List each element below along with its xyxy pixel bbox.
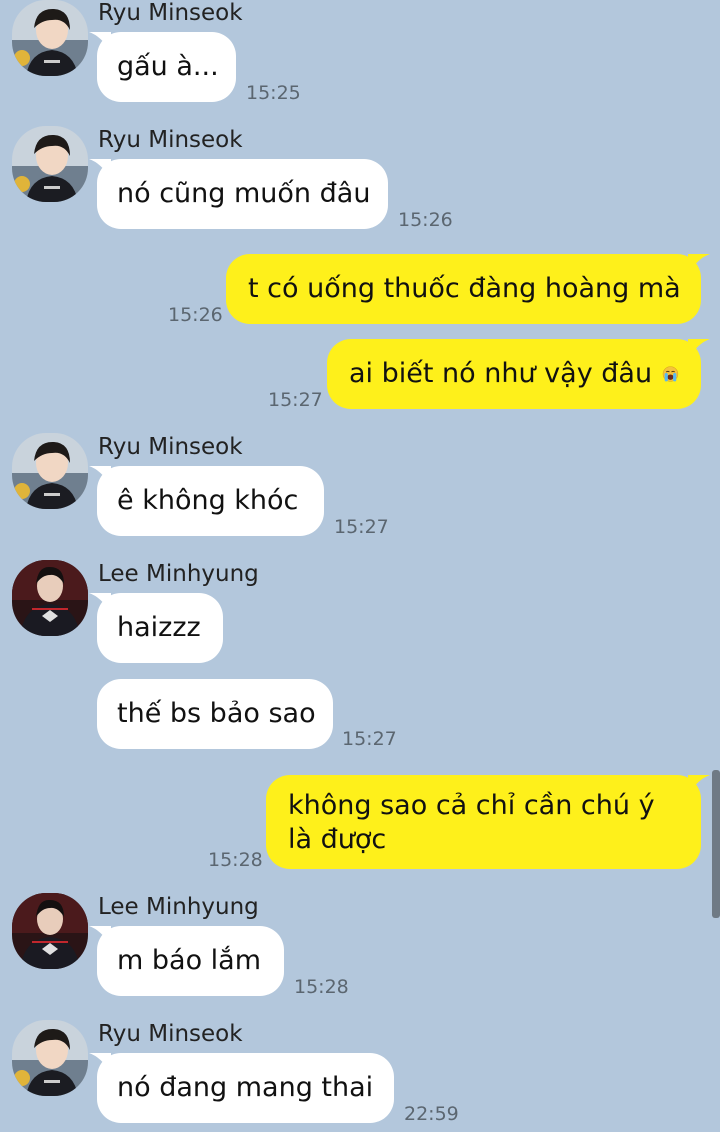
lee-minhyung-avatar[interactable] bbox=[12, 560, 88, 636]
ryu-minseok-avatar[interactable] bbox=[12, 433, 88, 509]
bubble-tail-icon bbox=[688, 254, 710, 274]
message-timestamp: 22:59 bbox=[404, 1103, 459, 1125]
message-text: ai biết nó như vậy đâu bbox=[349, 358, 653, 389]
bubble-tail-icon bbox=[688, 775, 710, 795]
sender-name: Ryu Minseok bbox=[98, 434, 243, 460]
lee-minhyung-avatar[interactable] bbox=[12, 893, 88, 969]
bubble-tail-icon bbox=[89, 32, 111, 52]
outgoing-message-bubble[interactable]: không sao cả chỉ cần chú ý là được bbox=[266, 775, 710, 869]
loudly-crying-face-icon bbox=[662, 366, 679, 382]
message-timestamp: 15:25 bbox=[246, 82, 301, 104]
message-text: haizzz bbox=[117, 612, 201, 643]
outgoing-message-bubble[interactable]: t có uống thuốc đàng hoàng mà bbox=[226, 254, 710, 324]
incoming-message-bubble[interactable]: haizzz bbox=[89, 593, 223, 663]
message-timestamp: 15:27 bbox=[342, 728, 397, 750]
message-timestamp: 15:26 bbox=[168, 304, 223, 326]
incoming-message-bubble[interactable]: thế bs bảo sao bbox=[97, 679, 333, 749]
ryu-minseok-avatar[interactable] bbox=[12, 0, 88, 76]
message-text: m báo lắm bbox=[117, 945, 262, 976]
incoming-message-bubble[interactable]: nó đang mang thai bbox=[89, 1053, 394, 1123]
incoming-message-bubble[interactable]: gấu à... bbox=[89, 32, 236, 102]
message-timestamp: 15:26 bbox=[398, 209, 453, 231]
chat-view: Ryu Minseok gấu à... 15:25 Ryu Minseok n… bbox=[0, 0, 720, 1132]
bubble-tail-icon bbox=[89, 466, 111, 486]
message-text: nó cũng muốn đâu bbox=[117, 178, 371, 209]
ryu-minseok-avatar[interactable] bbox=[12, 1020, 88, 1096]
message-text: ê không khóc bbox=[117, 485, 299, 516]
bubble-tail-icon bbox=[89, 926, 111, 946]
message-text: t có uống thuốc đàng hoàng mà bbox=[248, 273, 681, 304]
message-timestamp: 15:28 bbox=[208, 849, 263, 871]
scrollbar[interactable] bbox=[712, 770, 720, 918]
sender-name: Ryu Minseok bbox=[98, 127, 243, 153]
sender-name: Lee Minhyung bbox=[98, 561, 259, 587]
message-timestamp: 15:27 bbox=[334, 516, 389, 538]
message-timestamp: 15:27 bbox=[268, 389, 323, 411]
incoming-message-bubble[interactable]: nó cũng muốn đâu bbox=[89, 159, 388, 229]
message-timestamp: 15:28 bbox=[294, 976, 349, 998]
message-text: gấu à... bbox=[117, 51, 219, 82]
bubble-tail-icon bbox=[89, 593, 111, 613]
sender-name: Lee Minhyung bbox=[98, 894, 259, 920]
sender-name: Ryu Minseok bbox=[98, 1021, 243, 1047]
incoming-message-bubble[interactable]: ê không khóc bbox=[89, 466, 324, 536]
bubble-tail-icon bbox=[89, 159, 111, 179]
sender-name: Ryu Minseok bbox=[98, 0, 243, 26]
bubble-tail-icon bbox=[89, 1053, 111, 1073]
bubble-tail-icon bbox=[688, 339, 710, 359]
message-text: nó đang mang thai bbox=[117, 1072, 374, 1103]
outgoing-message-bubble[interactable]: ai biết nó như vậy đâu bbox=[327, 339, 710, 409]
message-text: thế bs bảo sao bbox=[117, 698, 316, 729]
incoming-message-bubble[interactable]: m báo lắm bbox=[89, 926, 284, 996]
message-text: không sao cả chỉ cần chú ý là được bbox=[288, 790, 655, 855]
ryu-minseok-avatar[interactable] bbox=[12, 126, 88, 202]
